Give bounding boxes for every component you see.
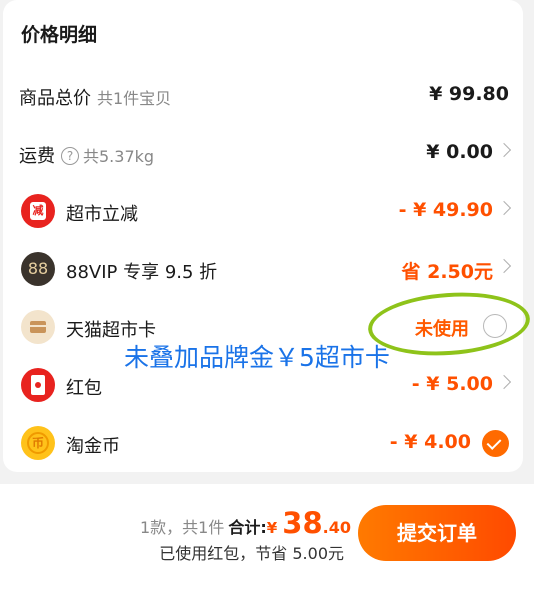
vip88-icon: 88 [21,252,55,286]
row-taobao-coins[interactable]: 币 淘金币 - ¥ 4.00 [3,423,523,463]
chevron-right-icon [496,374,512,390]
savings-note: 已使用红包，节省 5.00元 [159,544,344,563]
row-label: 商品总价 [19,88,91,109]
chevron-right-icon [496,142,512,158]
row-value: - ¥ 49.90 [398,199,493,221]
row-shipping[interactable]: 运费? 共5.37kg ¥ 0.00 [3,133,523,173]
help-icon[interactable]: ? [61,147,79,165]
chevron-right-icon [496,258,512,274]
currency-symbol: ¥ [266,519,278,537]
row-label: 88VIP 专享 9.5 折 [66,262,218,283]
annotation-text: 未叠加品牌金￥5超市卡 [124,343,390,372]
check-circle-icon[interactable] [482,430,509,457]
checkout-footer: 1款，共1件 合计:¥ 38.40 已使用红包，节省 5.00元 提交订单 [0,484,534,597]
row-label: 红包 [66,378,102,399]
submit-order-button[interactable]: 提交订单 [358,505,516,561]
row-value: 省 2.50元 [401,261,494,283]
row-label: 淘金币 [66,436,120,457]
row-label: 运费 [19,146,55,167]
row-value: - ¥ 4.00 [389,431,471,453]
row-value: ¥ 0.00 [426,141,493,163]
row-value: - ¥ 5.00 [411,373,493,395]
row-sub: 共1件宝贝 [97,89,172,108]
row-supermarket-discount[interactable]: 减 超市立减 - ¥ 49.90 [3,191,523,231]
price-detail-card: 价格明细 商品总价 共1件宝贝 ¥ 99.80 运费? 共5.37kg ¥ 0.00… [3,0,523,472]
row-label: 超市立减 [66,204,138,225]
red-packet-icon [21,368,55,402]
row-value: ¥ 99.80 [429,83,509,105]
total-label: 合计: [228,518,267,537]
row-item-total: 商品总价 共1件宝贝 ¥ 99.80 [3,75,523,115]
discount-icon: 减 [21,194,55,228]
item-count: 1款，共1件 [139,518,225,537]
chevron-right-icon [496,200,512,216]
section-title: 价格明细 [21,24,98,46]
gold-coin-icon: 币 [21,426,55,460]
total-decimal: .40 [322,518,351,537]
supermarket-card-icon [21,310,55,344]
row-88vip[interactable]: 88 88VIP 专享 9.5 折 省 2.50元 [3,249,523,289]
row-sub: 共5.37kg [83,147,155,166]
order-summary: 1款，共1件 合计:¥ 38.40 [140,506,351,540]
total-integer: 38 [282,506,323,540]
